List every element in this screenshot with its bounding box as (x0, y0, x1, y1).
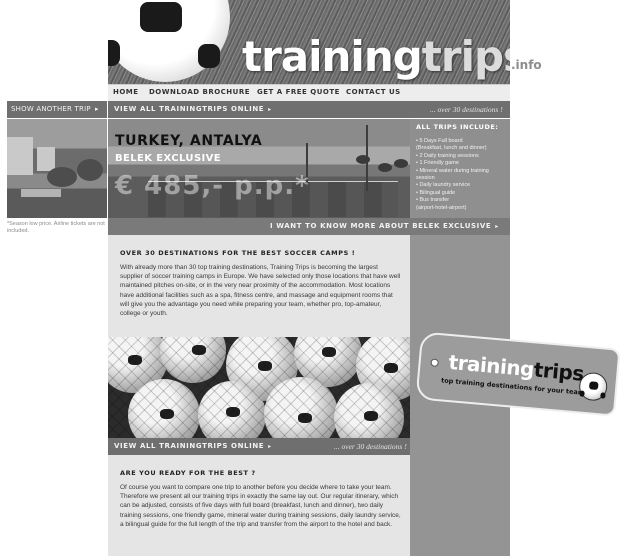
tag-logo-accent: trips (532, 357, 585, 386)
nav-contact-us[interactable]: CONTACT US (346, 88, 401, 96)
list-item: (airport-hotel-airport) (416, 204, 467, 211)
soccer-balls-image (108, 337, 410, 438)
section-ready: ARE YOU READY FOR THE BEST ? Of course y… (108, 455, 410, 556)
view-all-label: VIEW ALL TRAININGTRIPS ONLINE (114, 105, 265, 113)
trip-price: € 485,- p.p.* (115, 171, 310, 201)
list-item: • Mineral water during training (416, 167, 489, 174)
section-text: Of course you want to compare one trip t… (120, 484, 401, 528)
section-destinations: OVER 30 DESTINATIONS FOR THE BEST SOCCER… (108, 235, 410, 337)
more-info-strip: I WANT TO KNOW MORE ABOUT BELEK EXCLUSIV… (108, 218, 510, 235)
luggage-tag: trainingtrips top training destinations … (415, 331, 621, 417)
season-price-note: *Season low price. Airline tickets are n… (7, 221, 105, 234)
list-item: • 1 Friendly game (416, 160, 459, 167)
more-info-link[interactable]: I WANT TO KNOW MORE ABOUT BELEK EXCLUSIV… (270, 222, 499, 230)
more-info-label: I WANT TO KNOW MORE ABOUT BELEK EXCLUSIV… (270, 222, 492, 230)
section-title: OVER 30 DESTINATIONS FOR THE BEST SOCCER… (120, 249, 356, 257)
destinations-note: ... over 30 destinations ! (430, 105, 503, 114)
view-all-link-bottom[interactable]: VIEW ALL TRAININGTRIPS ONLINE ▸ (114, 442, 272, 450)
tag-hole (430, 358, 440, 368)
soccer-ball-icon (578, 371, 609, 402)
view-all-link-top[interactable]: VIEW ALL TRAININGTRIPS ONLINE ▸ (114, 105, 272, 113)
header-banner: trainingtrips (108, 0, 510, 84)
soccer-ball-image (108, 0, 230, 82)
section-text: With already more than 30 top training d… (120, 264, 401, 318)
list-item: • Bilingual guide (416, 189, 456, 196)
list-item: • Daily laundry service (416, 182, 471, 189)
chevron-right-icon: ▸ (95, 105, 100, 113)
chevron-right-icon: ▸ (495, 223, 499, 230)
chevron-right-icon: ▸ (268, 443, 272, 450)
includes-list: • 5 Days Full board (Breakfast, lunch an… (416, 138, 489, 212)
view-all-strip-top: VIEW ALL TRAININGTRIPS ONLINE ▸ ... over … (108, 101, 510, 118)
logo-main-text: training (242, 32, 423, 81)
list-item: (Breakfast, lunch and dinner) (416, 145, 487, 152)
list-item: • Bus transfer (416, 197, 450, 204)
show-another-trip-label: SHOW ANOTHER TRIP (11, 105, 91, 113)
destinations-note: ... over 30 destinations ! (334, 442, 407, 451)
site-logo[interactable]: trainingtrips (242, 32, 510, 81)
logo-accent-text: trips (421, 32, 510, 81)
show-another-trip-button[interactable]: SHOW ANOTHER TRIP ▸ (7, 101, 107, 118)
nav-get-a-free-quote[interactable]: GET A FREE QUOTE (257, 88, 340, 96)
nav-download-brochure[interactable]: DOWNLOAD BROCHURE (149, 88, 250, 96)
tag-logo-main: training (447, 349, 535, 382)
trainingtrips-tag-graphic: trainingtrips top training destinations … (415, 331, 621, 417)
list-item: • 2 Daily training sessions (416, 152, 479, 159)
includes-panel: ALL TRIPS INCLUDE: • 5 Days Full board (… (410, 119, 510, 218)
list-item: • 5 Days Full board (416, 138, 463, 144)
resort-thumbnail-image (7, 119, 107, 218)
trip-title: TURKEY, ANTALYA (115, 133, 263, 149)
section-title: ARE YOU READY FOR THE BEST ? (120, 469, 256, 477)
list-item: session (416, 175, 435, 182)
chevron-right-icon: ▸ (268, 106, 272, 113)
logo-tld: .info (511, 58, 542, 72)
main-nav: HOME DOWNLOAD BROCHURE GET A FREE QUOTE … (108, 84, 510, 101)
view-all-strip-bottom: VIEW ALL TRAININGTRIPS ONLINE ▸ ... over … (108, 438, 410, 455)
nav-home[interactable]: HOME (113, 88, 139, 96)
includes-title: ALL TRIPS INCLUDE: (416, 123, 499, 131)
trip-subtitle: BELEK EXCLUSIVE (115, 153, 222, 164)
hero-banner: TURKEY, ANTALYA BELEK EXCLUSIVE € 485,- … (108, 119, 410, 218)
view-all-label: VIEW ALL TRAININGTRIPS ONLINE (114, 442, 265, 450)
